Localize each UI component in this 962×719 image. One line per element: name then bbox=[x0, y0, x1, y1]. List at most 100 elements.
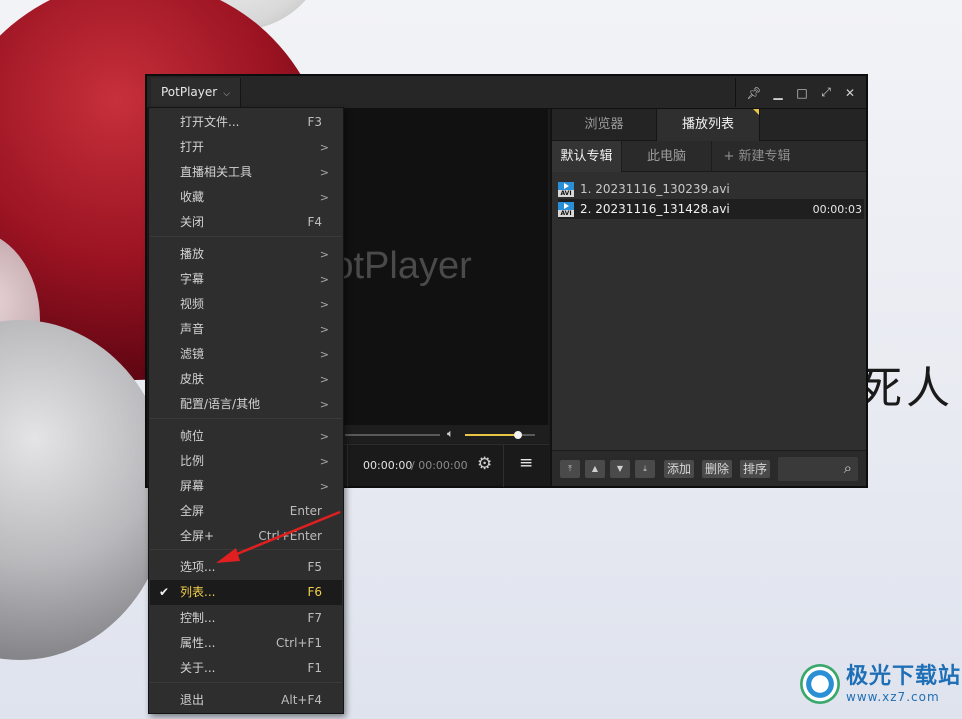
menu-item-shortcut: F3 bbox=[307, 115, 322, 129]
menu-item-video[interactable]: 视频 > bbox=[150, 292, 342, 317]
menu-item-favorites[interactable]: 收藏 > bbox=[150, 185, 342, 210]
menu-item-about[interactable]: 关于... F1 bbox=[150, 656, 342, 681]
fullscreen-icon[interactable]: ⤢ bbox=[814, 85, 838, 100]
window-controls: 📌︎ ▁ □ ⤢ ✕ bbox=[742, 80, 862, 105]
minimize-icon[interactable]: ▁ bbox=[766, 86, 790, 100]
tab-default-album[interactable]: 默认专辑 bbox=[552, 141, 622, 172]
menu-item-label: 打开文件... bbox=[180, 115, 240, 129]
menu-item-label: 直播相关工具 bbox=[180, 165, 253, 179]
search-icon[interactable]: ⌕ bbox=[844, 459, 852, 477]
app-menu-button[interactable]: PotPlayer ⌵ bbox=[151, 78, 242, 107]
playlist-list: AVI 1. 20231116_130239.avi AVI 2. 202311… bbox=[558, 179, 864, 219]
tab-browser[interactable]: 浏览器 bbox=[552, 109, 656, 141]
menu-item-label: 比例 bbox=[180, 454, 205, 468]
submenu-arrow-icon: > bbox=[319, 166, 329, 179]
menu-item-label: 控制... bbox=[180, 611, 216, 625]
menu-item-control[interactable]: 控制... F7 bbox=[150, 606, 342, 631]
move-down-icon[interactable]: ▼ bbox=[610, 460, 630, 478]
menu-item-config-language-other[interactable]: 配置/语言/其他 > bbox=[150, 392, 342, 417]
menu-item-ratio[interactable]: 比例 > bbox=[150, 449, 342, 474]
volume-icon[interactable]: 🔈︎ bbox=[447, 427, 454, 441]
menu-item-label: 选项... bbox=[180, 560, 216, 574]
menu-item-label: 播放 bbox=[180, 247, 205, 261]
gear-icon[interactable]: ⚙ bbox=[477, 454, 492, 474]
menu-item-subtitles[interactable]: 字幕 > bbox=[150, 267, 342, 292]
submenu-arrow-icon: > bbox=[319, 455, 329, 468]
player-logo-text: PotPlayer bbox=[343, 245, 472, 287]
submenu-arrow-icon: > bbox=[319, 298, 329, 311]
total-time: / 00:00:00 bbox=[411, 459, 468, 472]
file-name: 2. 20231116_131428.avi bbox=[580, 202, 730, 216]
watermark: 极光下载站 www.xz7.com bbox=[800, 664, 961, 704]
context-menu: 打开文件... F3 打开 > 直播相关工具 > 收藏 > 关闭 F4 播放 > 字幕 > 视频 > 声音 > 滤镜… bbox=[148, 107, 344, 714]
list-item[interactable]: AVI 2. 20231116_131428.avi 00:00:03 bbox=[558, 199, 864, 219]
volume-fill bbox=[465, 434, 518, 436]
menu-item-fullscreen-plus[interactable]: 全屏+ Ctrl+Enter bbox=[150, 524, 342, 549]
move-top-icon[interactable]: ⤒ bbox=[560, 460, 580, 478]
menu-item-label: 全屏 bbox=[180, 504, 205, 518]
volume-knob[interactable] bbox=[513, 431, 522, 439]
menu-item-shortcut: Enter bbox=[289, 504, 322, 518]
seek-bar[interactable] bbox=[345, 434, 440, 436]
menu-item-screen[interactable]: 屏幕 > bbox=[150, 474, 342, 499]
menu-item-frame[interactable]: 帧位 > bbox=[150, 424, 342, 449]
menu-item-filters[interactable]: 滤镜 > bbox=[150, 342, 342, 367]
video-area[interactable]: PotPlayer bbox=[343, 109, 548, 425]
current-time: 00:00:00 bbox=[363, 459, 413, 472]
menu-item-playlist[interactable]: ✔ 列表... F6 bbox=[150, 580, 342, 605]
menu-item-label: 全屏+ bbox=[180, 529, 215, 543]
menu-item-fullscreen[interactable]: 全屏 Enter bbox=[150, 499, 342, 524]
menu-item-options[interactable]: 选项... F5 bbox=[150, 555, 342, 580]
submenu-arrow-icon: > bbox=[319, 430, 329, 443]
sort-button[interactable]: 排序 bbox=[740, 460, 771, 478]
menu-item-shortcut: F7 bbox=[307, 611, 322, 625]
submenu-arrow-icon: > bbox=[319, 248, 329, 261]
move-bottom-icon[interactable]: ⤓ bbox=[635, 460, 655, 478]
playlist-toolbar: ⤒ ▲ ▼ ⤓ 添加 删除 排序 ⌕ bbox=[552, 450, 866, 486]
add-button[interactable]: 添加 bbox=[664, 460, 695, 478]
menu-item-exit[interactable]: 退出 Alt+F4 bbox=[150, 688, 342, 713]
menu-separator bbox=[150, 682, 342, 683]
submenu-arrow-icon: > bbox=[319, 191, 329, 204]
menu-separator bbox=[150, 549, 342, 550]
menu-item-label: 打开 bbox=[180, 140, 205, 154]
app-menu-label: PotPlayer bbox=[161, 85, 218, 99]
submenu-arrow-icon: > bbox=[319, 348, 329, 361]
pin-icon[interactable]: 📌︎ bbox=[742, 86, 766, 100]
menu-item-shortcut: Ctrl+Enter bbox=[258, 529, 322, 543]
new-album-button[interactable]: + 新建专辑 bbox=[712, 141, 802, 172]
maximize-icon[interactable]: □ bbox=[790, 86, 814, 100]
playlist-menu-icon[interactable]: ≡ bbox=[519, 453, 533, 473]
avi-file-icon: AVI bbox=[558, 201, 574, 217]
menu-item-shortcut: F6 bbox=[307, 585, 322, 599]
search-input[interactable]: ⌕ bbox=[778, 457, 858, 481]
seek-volume-row: 🔈︎ bbox=[343, 425, 549, 443]
menu-item-label: 关闭 bbox=[180, 215, 205, 229]
watermark-logo-icon bbox=[800, 664, 840, 704]
close-icon[interactable]: ✕ bbox=[838, 86, 862, 100]
menu-item-live-tools[interactable]: 直播相关工具 > bbox=[150, 160, 342, 185]
submenu-arrow-icon: > bbox=[319, 141, 329, 154]
move-up-icon[interactable]: ▲ bbox=[585, 460, 605, 478]
panel-tabs: 浏览器 播放列表 bbox=[552, 109, 866, 141]
menu-item-open[interactable]: 打开 > bbox=[150, 135, 342, 160]
menu-item-skin[interactable]: 皮肤 > bbox=[150, 367, 342, 392]
menu-item-label: 帧位 bbox=[180, 429, 205, 443]
tab-this-pc[interactable]: 此电脑 bbox=[622, 141, 712, 172]
menu-separator bbox=[150, 236, 342, 237]
volume-slider[interactable] bbox=[465, 431, 535, 439]
menu-item-open-file[interactable]: 打开文件... F3 bbox=[150, 110, 342, 135]
menu-item-play[interactable]: 播放 > bbox=[150, 242, 342, 267]
chevron-down-icon: ⌵ bbox=[223, 89, 231, 99]
menu-item-audio[interactable]: 声音 > bbox=[150, 317, 342, 342]
submenu-arrow-icon: > bbox=[319, 323, 329, 336]
menu-item-properties[interactable]: 属性... Ctrl+F1 bbox=[150, 631, 342, 656]
menu-item-label: 属性... bbox=[180, 636, 216, 650]
delete-button[interactable]: 删除 bbox=[702, 460, 733, 478]
menu-item-close[interactable]: 关闭 F4 bbox=[150, 210, 342, 235]
menu-item-label: 退出 bbox=[180, 693, 205, 707]
list-item[interactable]: AVI 1. 20231116_130239.avi bbox=[558, 179, 864, 199]
menu-item-label: 收藏 bbox=[180, 190, 205, 204]
submenu-arrow-icon: > bbox=[319, 373, 329, 386]
tab-playlist[interactable]: 播放列表 bbox=[656, 109, 760, 141]
